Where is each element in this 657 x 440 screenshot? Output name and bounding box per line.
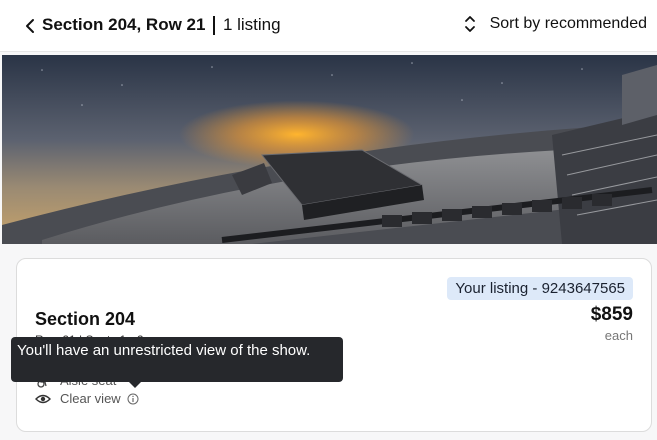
- sort-label: Sort by recommended: [489, 15, 647, 32]
- seat-view-image: [2, 55, 657, 244]
- title-divider: [213, 15, 215, 35]
- clear-view-tooltip: You'll have an unrestricted view of the …: [11, 337, 343, 382]
- section-name: Section 204: [35, 309, 136, 329]
- info-icon[interactable]: [127, 393, 139, 405]
- page-title: Section 204, Row 21 1 listing: [42, 15, 281, 35]
- sort-updown-icon: [464, 15, 478, 33]
- price-unit: each: [604, 328, 633, 343]
- feature-clear-label: Clear view: [60, 391, 121, 406]
- chevron-left-icon: [26, 19, 34, 33]
- header-bar: Section 204, Row 21 1 listing Sort by re…: [0, 0, 657, 52]
- tooltip-arrow: [128, 381, 142, 388]
- sort-button[interactable]: Sort by recommended: [464, 15, 647, 33]
- your-listing-badge: Your listing - 9243647565: [447, 277, 633, 300]
- listing-count: 1 listing: [222, 15, 281, 34]
- back-button[interactable]: [20, 14, 40, 38]
- title-section-row: Section 204, Row 21: [42, 15, 206, 34]
- listing-price: $859: [590, 304, 633, 325]
- eye-icon: [35, 392, 53, 406]
- feature-clear-view: Clear view: [35, 391, 139, 406]
